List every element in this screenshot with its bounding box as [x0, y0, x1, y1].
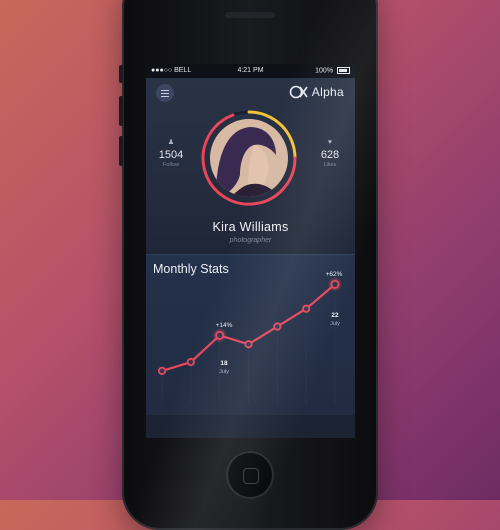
brand-name: Alpha: [311, 85, 344, 99]
heart-icon: ♥: [327, 139, 333, 146]
chart-point[interactable]: [244, 340, 253, 349]
profile-avatar[interactable]: [210, 119, 288, 197]
home-button[interactable]: [226, 451, 274, 499]
alpha-logo-icon: [289, 85, 308, 99]
follow-label: Follow: [163, 162, 179, 168]
annotation-change-2: +62%: [326, 271, 343, 278]
chart-point[interactable]: [302, 304, 311, 313]
phone-device: ●●●○○ BELL 4:21 PM 100% Alpha ♟ 1504 Fol…: [119, 0, 378, 530]
annotation-day-1: 18: [220, 360, 228, 367]
follow-count: 1504: [158, 149, 184, 161]
annotation-change-1: +14%: [216, 322, 233, 329]
chart-point[interactable]: [186, 357, 195, 367]
menu-button[interactable]: [156, 84, 174, 102]
likes-stat[interactable]: ♥ 628 Likes: [310, 138, 350, 168]
home-square-icon: [243, 468, 259, 484]
earpiece-speaker: [225, 12, 275, 18]
volume-down-button: [119, 136, 123, 166]
status-bar: ●●●○○ BELL 4:21 PM 100%: [146, 64, 355, 78]
follow-stat[interactable]: ♟ 1504 Follow: [151, 138, 191, 168]
battery-icon: [337, 67, 350, 74]
chart-point[interactable]: [157, 366, 167, 376]
app-brand: Alpha: [289, 84, 344, 100]
volume-up-button: [119, 96, 123, 126]
battery-status: 100%: [315, 67, 350, 74]
annotation-month-1: July: [219, 369, 229, 375]
battery-percent: 100%: [315, 67, 334, 75]
person-icon: ♟: [167, 139, 175, 146]
likes-label: Likes: [323, 162, 337, 168]
phone-screen: ●●●○○ BELL 4:21 PM 100% Alpha ♟ 1504 Fol…: [146, 64, 355, 438]
chart-point[interactable]: [215, 330, 225, 340]
profile-header: Alpha ♟ 1504 Follow ♥ 628 Likes Kira Wil…: [146, 78, 355, 254]
monthly-stats-chart: +14% 18 July +62% 22 July: [157, 271, 343, 405]
profile-name: Kira Williams: [212, 220, 289, 234]
hamburger-menu-icon: [161, 89, 169, 97]
avatar-photo: [210, 119, 288, 197]
mute-switch: [119, 65, 123, 83]
chart-point[interactable]: [330, 279, 340, 289]
profile-role: photographer: [229, 237, 272, 244]
monthly-stats-panel: Monthly Stats +14% 18 July +62% 22 July: [146, 254, 355, 415]
likes-count: 628: [320, 149, 340, 161]
chart-point[interactable]: [273, 322, 282, 331]
annotation-day-2: 22: [331, 312, 339, 319]
annotation-month-2: July: [330, 321, 340, 327]
